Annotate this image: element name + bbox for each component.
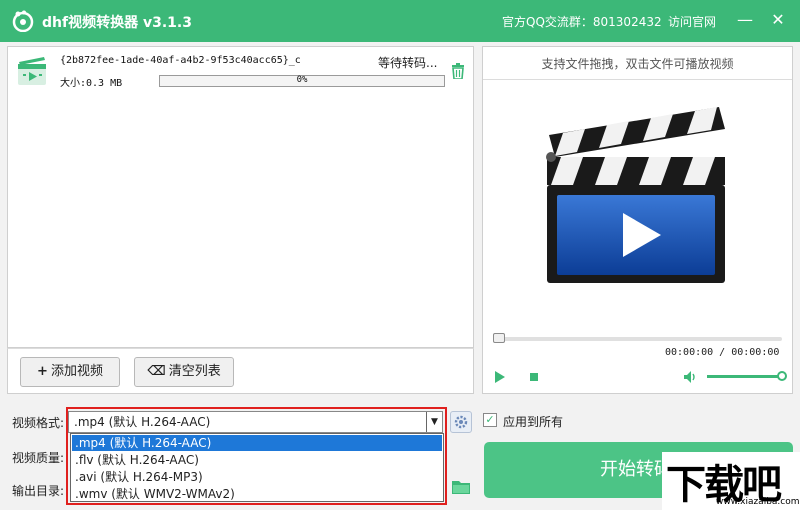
format-option-flv[interactable]: .flv (默认 H.264-AAC) — [72, 452, 442, 468]
clear-list-button[interactable]: ⌫ 清空列表 — [134, 357, 234, 387]
seek-bar[interactable] — [495, 337, 782, 341]
format-settings-button[interactable] — [450, 411, 472, 433]
title-bar: dhf视频转换器 v3.1.3 官方QQ交流群：801302432 访问官网 —… — [0, 0, 800, 42]
eraser-icon: ⌫ — [147, 364, 166, 379]
preview-divider — [483, 79, 792, 80]
app-logo-icon — [12, 10, 34, 32]
app-title: dhf视频转换器 v3.1.3 — [42, 15, 192, 31]
format-option-wmv[interactable]: .wmv (默认 WMV2-WMAv2) — [72, 486, 442, 502]
file-list-item[interactable]: {2b872fee-1ade-40af-a4b2-9f53c40acc65}_c… — [8, 47, 473, 95]
chevron-down-icon[interactable]: ▼ — [426, 412, 442, 432]
watermark-url: www.xiazaiba.com — [716, 497, 800, 507]
clear-list-label: 清空列表 — [168, 364, 221, 379]
format-select-value: .mp4 (默认 H.264-AAC) — [74, 415, 211, 429]
volume-slider[interactable] — [707, 375, 783, 378]
format-label: 视频格式: — [12, 416, 65, 430]
visit-site-link[interactable]: 访问官网 — [668, 13, 716, 30]
minimize-button[interactable]: — — [733, 8, 757, 32]
add-video-label: 添加视频 — [50, 364, 103, 379]
format-option-mp4[interactable]: .mp4 (默认 H.264-AAC) — [72, 435, 442, 451]
plus-icon: + — [37, 364, 48, 379]
output-dir-label: 输出目录: — [12, 484, 65, 498]
volume-icon[interactable] — [683, 370, 697, 384]
file-size: 大小:0.3 MB — [60, 78, 123, 89]
folder-icon[interactable] — [451, 478, 471, 495]
add-video-button[interactable]: + 添加视频 — [20, 357, 120, 387]
volume-handle[interactable] — [777, 371, 787, 381]
time-readout: 00:00:00 / 00:00:00 — [665, 347, 780, 358]
format-dropdown-list: .mp4 (默认 H.264-AAC) .flv (默认 H.264-AAC) … — [70, 433, 444, 502]
file-progress-bar: 0% — [159, 75, 445, 87]
format-select[interactable]: .mp4 (默认 H.264-AAC) ▼ — [68, 411, 443, 433]
apply-all-checkbox[interactable]: ✓ — [483, 413, 497, 427]
seek-handle[interactable] — [493, 333, 505, 343]
video-file-icon — [18, 57, 46, 85]
file-status: 等待转码... — [378, 56, 438, 70]
watermark-logo: 下载吧 www.xiazaiba.com — [662, 452, 800, 510]
file-list-toolbar: + 添加视频 ⌫ 清空列表 — [7, 348, 474, 394]
close-button[interactable]: ✕ — [766, 8, 790, 32]
qq-group-text: 官方QQ交流群：801302432 — [502, 15, 662, 29]
apply-all-label: 应用到所有 — [503, 415, 564, 429]
preview-hint: 支持文件拖拽，双击文件可播放视频 — [541, 57, 734, 71]
play-icon[interactable] — [495, 371, 505, 383]
trash-icon[interactable] — [451, 63, 465, 79]
quality-label: 视频质量: — [12, 451, 65, 465]
preview-panel: 支持文件拖拽，双击文件可播放视频 00:00:00 / 00:00:00 — [482, 46, 793, 394]
gear-icon — [454, 415, 468, 429]
format-option-avi[interactable]: .avi (默认 H.264-MP3) — [72, 469, 442, 485]
stop-icon[interactable] — [530, 373, 538, 381]
progress-text: 0% — [296, 75, 308, 85]
clapperboard-icon — [546, 107, 725, 283]
file-name: {2b872fee-1ade-40af-a4b2-9f53c40acc65}_c — [60, 55, 301, 66]
file-list-panel: {2b872fee-1ade-40af-a4b2-9f53c40acc65}_c… — [7, 46, 474, 348]
